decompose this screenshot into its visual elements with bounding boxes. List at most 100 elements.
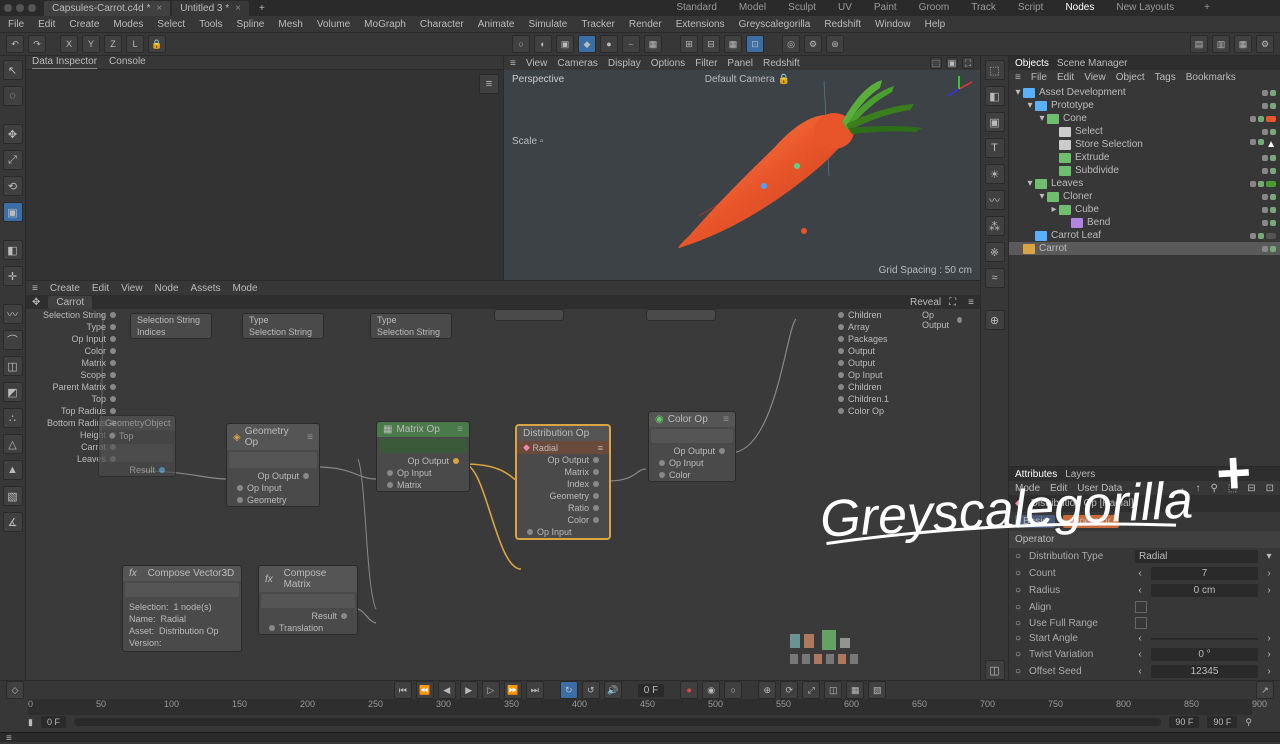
mode-nodes[interactable]: Nodes bbox=[1065, 2, 1094, 13]
play-icon[interactable]: ▶ bbox=[460, 681, 478, 699]
line-icon[interactable]: ⎯ bbox=[622, 35, 640, 53]
menu-help[interactable]: Help bbox=[925, 19, 946, 30]
attr-row[interactable]: ○Count‹7› bbox=[1009, 565, 1280, 582]
autokey-icon[interactable]: ◉ bbox=[702, 681, 720, 699]
go-end-icon[interactable]: ⏭ bbox=[526, 681, 544, 699]
vp-lock-icon[interactable]: ⬚ bbox=[930, 57, 942, 69]
vp-menu-cameras[interactable]: Cameras bbox=[557, 58, 598, 69]
vp-cam-icon[interactable]: ▣ bbox=[946, 57, 958, 69]
node-geometryobject[interactable]: GeometryObject Top Result bbox=[98, 415, 176, 477]
tree-row[interactable]: Select bbox=[1009, 125, 1280, 138]
tree-row[interactable]: Carrot Leaf bbox=[1009, 229, 1280, 242]
mode-new layouts[interactable]: New Layouts bbox=[1116, 2, 1174, 13]
tree-row[interactable]: ▾Cloner bbox=[1009, 190, 1280, 203]
param-key-icon[interactable]: ◫ bbox=[824, 681, 842, 699]
snap-icon[interactable]: ⊞ bbox=[680, 35, 698, 53]
na-menu-node[interactable]: Node bbox=[155, 283, 179, 294]
node-distribution-op[interactable]: Distribution Op ◆ Radial≡ Op Output Matr… bbox=[516, 425, 610, 539]
undo-icon[interactable]: ↶ bbox=[6, 35, 24, 53]
menu-window[interactable]: Window bbox=[875, 19, 911, 30]
mograph-icon[interactable]: ⁂ bbox=[985, 216, 1005, 236]
node-matrix-op[interactable]: ▦Matrix Op≡ Op Output Op Input Matrix bbox=[376, 421, 470, 492]
snap-grid-icon[interactable]: ▦ bbox=[724, 35, 742, 53]
menu-mesh[interactable]: Mesh bbox=[278, 19, 302, 30]
loop-icon[interactable]: ↻ bbox=[560, 681, 578, 699]
node-stub2[interactable] bbox=[646, 309, 716, 321]
record-icon[interactable]: ● bbox=[680, 681, 698, 699]
field-icon[interactable]: ※ bbox=[985, 242, 1005, 262]
axis-icon[interactable]: ✛ bbox=[3, 266, 23, 286]
menu-spline[interactable]: Spline bbox=[237, 19, 265, 30]
menu-select[interactable]: Select bbox=[157, 19, 185, 30]
render-queue-icon[interactable]: ▣ bbox=[556, 35, 574, 53]
attr-row[interactable]: ○Start Angle‹› bbox=[1009, 631, 1280, 646]
key-icon[interactable]: ◇ bbox=[6, 681, 24, 699]
tree-row[interactable]: ▾Prototype bbox=[1009, 99, 1280, 112]
recent-icon[interactable]: ◧ bbox=[3, 240, 23, 260]
menu-render[interactable]: Render bbox=[629, 19, 662, 30]
home-icon[interactable]: ✥ bbox=[32, 297, 40, 308]
vp-max-icon[interactable]: ⛶ bbox=[962, 57, 974, 69]
object-tree[interactable]: ▾Asset Development▾Prototype▾ConeSelectS… bbox=[1009, 84, 1280, 257]
tree-row[interactable]: ▾Cone bbox=[1009, 112, 1280, 125]
lock-icon[interactable]: 🔒 bbox=[148, 35, 166, 53]
text-icon[interactable]: T bbox=[985, 138, 1005, 158]
attr-row[interactable]: ○Align bbox=[1009, 599, 1280, 615]
node-compose-vector[interactable]: fx Compose Vector3D Selection: 1 node(s)… bbox=[122, 565, 242, 652]
axis-x[interactable]: X bbox=[60, 35, 78, 53]
vp-menu-filter[interactable]: Filter bbox=[695, 58, 717, 69]
hamburger-icon[interactable]: ≡ bbox=[479, 74, 499, 94]
target-icon[interactable]: ◎ bbox=[782, 35, 800, 53]
attr-row[interactable]: ○Radius‹0 cm› bbox=[1009, 582, 1280, 599]
axis-l[interactable]: L bbox=[126, 35, 144, 53]
mode-standard[interactable]: Standard bbox=[676, 2, 717, 13]
close-icon[interactable]: × bbox=[235, 3, 241, 14]
pla-key-icon[interactable]: ▦ bbox=[846, 681, 864, 699]
edge-icon[interactable]: △ bbox=[3, 434, 23, 454]
attr-row[interactable]: ○Twist Variation‹0 °› bbox=[1009, 646, 1280, 663]
gear-icon[interactable]: ⚙ bbox=[804, 35, 822, 53]
node-stub1[interactable] bbox=[494, 309, 564, 321]
node-editor[interactable]: ≡CreateEditViewNodeAssetsMode ✥ Carrot R… bbox=[26, 280, 980, 680]
menu-mograph[interactable]: MoGraph bbox=[364, 19, 406, 30]
scrub-icon[interactable]: ▮ bbox=[28, 717, 33, 728]
rotate-icon[interactable]: ⟲ bbox=[3, 176, 23, 196]
mode-model[interactable]: Model bbox=[739, 2, 766, 13]
na-menu-edit[interactable]: Edit bbox=[92, 283, 109, 294]
menu-file[interactable]: File bbox=[8, 19, 24, 30]
window-controls[interactable] bbox=[4, 4, 36, 12]
tab-console[interactable]: Console bbox=[109, 56, 146, 69]
menu-volume[interactable]: Volume bbox=[317, 19, 350, 30]
obj-menu-object[interactable]: Object bbox=[1116, 72, 1145, 83]
keyframe-icon[interactable]: ○ bbox=[724, 681, 742, 699]
hamburger-icon[interactable]: ≡ bbox=[968, 297, 974, 308]
current-frame[interactable]: 0 F bbox=[638, 684, 664, 697]
place-icon[interactable]: ▣ bbox=[3, 202, 23, 222]
obj-menu-tags[interactable]: Tags bbox=[1155, 72, 1176, 83]
attr-row[interactable]: ○Offset Seed‹12345› bbox=[1009, 663, 1280, 680]
brush-icon[interactable]: 〰 bbox=[3, 304, 23, 324]
node-indices[interactable]: Selection String Indices bbox=[130, 313, 212, 339]
mode-sculpt[interactable]: Sculpt bbox=[788, 2, 816, 13]
attr-row[interactable]: ○Use Full Range bbox=[1009, 615, 1280, 631]
edit-render-icon[interactable]: ▦ bbox=[644, 35, 662, 53]
nav-gizmo-icon[interactable] bbox=[944, 74, 974, 104]
range-slider[interactable] bbox=[74, 718, 1161, 726]
obj-menu-view[interactable]: View bbox=[1084, 72, 1106, 83]
mode-groom[interactable]: Groom bbox=[919, 2, 950, 13]
file-tab-1[interactable]: Capsules-Carrot.c4d *× bbox=[44, 1, 170, 16]
mode-script[interactable]: Script bbox=[1018, 2, 1044, 13]
pingpong-icon[interactable]: ↺ bbox=[582, 681, 600, 699]
menu-tracker[interactable]: Tracker bbox=[581, 19, 615, 30]
reveal-button[interactable]: Reveal bbox=[910, 297, 941, 308]
deform-icon[interactable]: 〰 bbox=[985, 190, 1005, 210]
add-icon[interactable]: ≡ bbox=[32, 283, 38, 294]
attr-row[interactable]: ○Distribution TypeRadial▾ bbox=[1009, 548, 1280, 565]
axis-z[interactable]: Z bbox=[104, 35, 122, 53]
menu-animate[interactable]: Animate bbox=[478, 19, 515, 30]
snap2-icon[interactable]: ⊟ bbox=[702, 35, 720, 53]
node-type[interactable]: Type Selection String bbox=[242, 313, 324, 339]
vp-menu-display[interactable]: Display bbox=[608, 58, 641, 69]
sim-icon[interactable]: ≈ bbox=[985, 268, 1005, 288]
mode-paint[interactable]: Paint bbox=[874, 2, 897, 13]
